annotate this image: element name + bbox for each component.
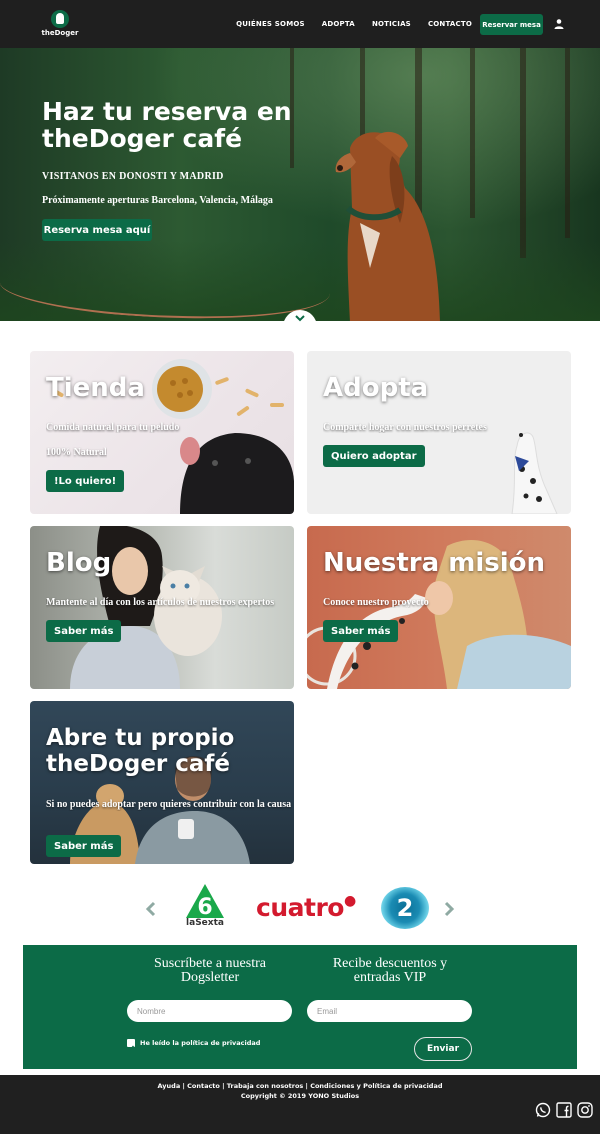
card-blog-title: Blog	[46, 548, 112, 578]
hero-banner: Haz tu reserva en theDoger café VISITANO…	[0, 48, 600, 321]
reserve-table-button[interactable]: Reservar mesa	[480, 14, 543, 35]
card-mision-title: Nuestra misión	[323, 548, 545, 578]
lasexta-number: 6	[197, 895, 212, 918]
card-tienda[interactable]: Tienda Comida natural para tu peludo 100…	[30, 351, 294, 514]
site-logo[interactable]: theDoger	[40, 10, 80, 40]
card-mision-line1: Conoce nuestro proyecto	[323, 597, 429, 608]
card-abre-theDoger[interactable]: Abre tu propio theDoger café Si no puede…	[30, 701, 294, 864]
cuatro-logo: cuatro●	[256, 893, 356, 922]
instagram-icon[interactable]	[577, 1102, 593, 1118]
privacy-label[interactable]: He leído la política de privacidad	[140, 1039, 260, 1047]
cuatro-dot-icon: ●	[343, 893, 356, 909]
footer-links[interactable]: Ayuda | Contacto | Trabaja con nosotros …	[0, 1082, 600, 1090]
cocker-spaniel-illustration	[335, 131, 440, 321]
checkmark-icon	[128, 1045, 135, 1051]
nav-links: QUIÉNES SOMOS ADOPTA NOTICIAS CONTACTO	[236, 0, 472, 48]
privacy-checkbox[interactable]	[127, 1039, 135, 1051]
footer: Ayuda | Contacto | Trabaja con nosotros …	[0, 1075, 600, 1134]
tree-trunk	[565, 48, 570, 238]
card-tienda-line1: Comida natural para tu peludo	[46, 422, 180, 433]
card-adopta-title: Adopta	[323, 373, 429, 403]
mision-cta-button[interactable]: Saber más	[323, 620, 399, 642]
abre-cta-button[interactable]: Saber más	[46, 835, 122, 857]
nav-link-noticias[interactable]: NOTICIAS	[372, 20, 411, 28]
facebook-icon[interactable]	[556, 1102, 572, 1118]
vip-heading: Recibe descuentos y entradas VIP	[332, 956, 448, 985]
nav-link-quienes-somos[interactable]: QUIÉNES SOMOS	[236, 20, 305, 28]
top-nav: theDoger QUIÉNES SOMOS ADOPTA NOTICIAS C…	[0, 0, 600, 48]
hero-subtitle: VISITANOS EN DONOSTI Y MADRID	[42, 171, 224, 182]
send-button[interactable]: Enviar	[414, 1037, 472, 1061]
tree-trunk	[520, 48, 526, 258]
card-nuestra-mision[interactable]: Nuestra misión Conoce nuestro proyecto S…	[307, 526, 571, 689]
nav-link-adopta[interactable]: ADOPTA	[322, 20, 355, 28]
lasexta-logo: 6 laSexta	[186, 884, 224, 930]
adopt-cta-button[interactable]: Quiero adoptar	[323, 445, 425, 467]
card-abre-line1: Si no puedes adoptar pero quieres contri…	[46, 799, 292, 810]
user-icon[interactable]	[553, 18, 565, 30]
email-input[interactable]	[307, 1000, 472, 1022]
lasexta-caption: laSexta	[186, 918, 224, 928]
lasexta-six-icon: 6	[186, 884, 224, 920]
card-blog-line1: Mantente al día con los artículos de nue…	[46, 597, 275, 608]
whatsapp-icon[interactable]	[535, 1102, 551, 1118]
hero-title: Haz tu reserva en theDoger café	[42, 97, 292, 153]
la2-text: 2	[396, 894, 414, 922]
nav-link-contacto[interactable]: CONTACTO	[428, 20, 472, 28]
cuatro-text: cuatro	[256, 893, 344, 922]
chevron-down-icon	[295, 315, 305, 322]
card-blog[interactable]: Blog Mantente al día con los artículos d…	[30, 526, 294, 689]
tienda-cta-button[interactable]: !Lo quiero!	[46, 470, 125, 492]
newsletter-section: Suscríbete a nuestra Dogsletter Recibe d…	[23, 945, 577, 1069]
hero-upcoming-openings: Próximamente aperturas Barcelona, Valenc…	[42, 195, 273, 206]
card-tienda-line2: 100% Natural	[46, 447, 107, 458]
blog-cta-button[interactable]: Saber más	[46, 620, 122, 642]
name-input[interactable]	[127, 1000, 292, 1022]
tree-trunk	[470, 48, 475, 218]
logo-text: theDoger	[41, 29, 79, 37]
carousel-next-arrow-icon[interactable]	[443, 901, 455, 917]
carousel-prev-arrow-icon[interactable]	[145, 901, 157, 917]
card-abre-title: Abre tu propio theDoger café	[46, 725, 235, 777]
la2-logo: 2	[381, 887, 429, 929]
card-adopta-line1: Comparte hogar con nuestros perretes	[323, 422, 487, 433]
newsletter-heading: Suscríbete a nuestra Dogsletter	[154, 956, 266, 985]
card-adopta[interactable]: Adopta Comparte hogar con nuestros perre…	[307, 351, 571, 514]
reserve-here-button[interactable]: Reserva mesa aquí	[42, 219, 152, 241]
dog-logo-icon	[51, 10, 69, 28]
card-tienda-title: Tienda	[46, 373, 145, 403]
copyright: Copyright © 2019 YONO Studios	[240, 1092, 360, 1100]
